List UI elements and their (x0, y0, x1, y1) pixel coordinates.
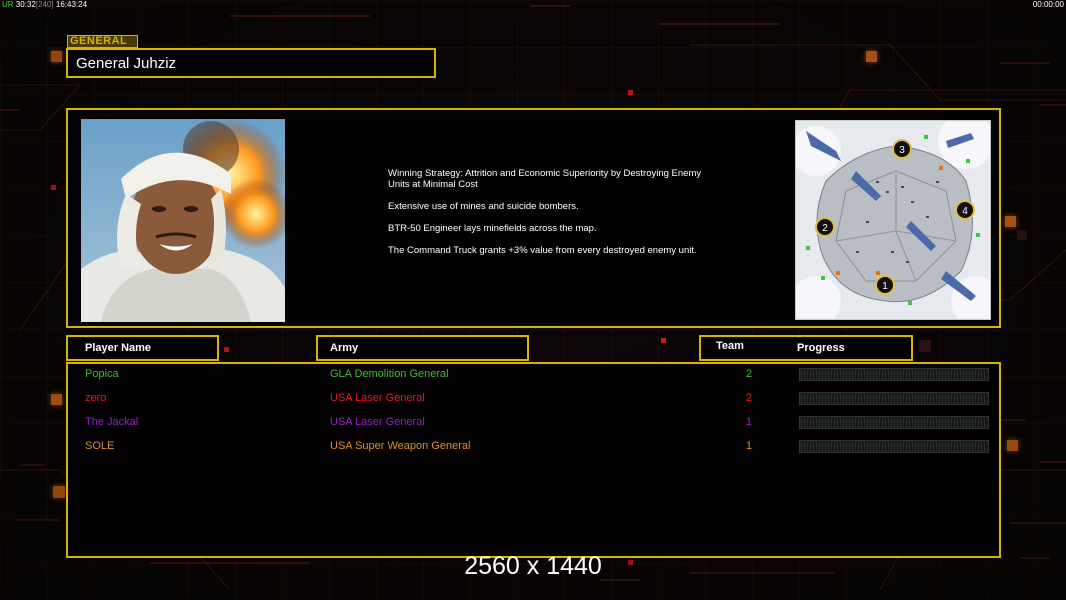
svg-text:1: 1 (882, 281, 888, 292)
player-name: zero (85, 392, 107, 404)
status-clock: 16:43:24 (55, 0, 88, 9)
column-label: Army (330, 342, 359, 354)
player-progress-bar (799, 392, 989, 405)
description-line: The Command Truck grants +3% value from … (388, 245, 697, 256)
description-line: Winning Strategy: Attrition and Economic… (388, 168, 702, 190)
status-timer: 00:00:00 (1032, 0, 1064, 9)
player-row: zero USA Laser General 2 (68, 392, 999, 408)
general-name: General Juhziz (66, 48, 436, 78)
start-position-2: 2 (815, 217, 835, 237)
status-counter: 30 (15, 0, 25, 9)
column-header-team-progress: Team Progress (699, 335, 913, 361)
svg-text:3: 3 (899, 145, 905, 156)
player-army: GLA Demolition General (330, 368, 449, 380)
resolution-overlay: 2560 x 1440 (464, 552, 602, 580)
general-tag: GENERAL (67, 35, 138, 48)
player-army: USA Laser General (330, 392, 425, 404)
column-header-player-name: Player Name (66, 335, 219, 361)
player-row: Popica GLA Demolition General 2 (68, 368, 999, 384)
status-prefix: UR (2, 0, 14, 9)
player-name: Popica (85, 368, 119, 380)
player-army: USA Laser General (330, 416, 425, 428)
status-bracket: [240] (35, 0, 54, 9)
column-header-army: Army (316, 335, 529, 361)
start-position-3: 3 (892, 139, 912, 159)
start-position-1: 1 (875, 275, 895, 295)
player-progress-bar (799, 368, 989, 381)
player-team: 2 (745, 392, 752, 404)
player-team: 1 (745, 416, 752, 428)
players-panel: Popica GLA Demolition General 2 zero USA… (66, 362, 1001, 558)
map-preview: 3 4 2 1 (795, 120, 991, 320)
status-bar: UR 30:32[240] 16:43:24 (2, 0, 88, 9)
column-label-team: Team (716, 340, 744, 352)
player-name: SOLE (85, 440, 115, 452)
description-line: BTR-50 Engineer lays minefields across t… (388, 223, 597, 234)
column-label: Player Name (85, 342, 152, 354)
player-progress-bar (799, 440, 989, 453)
description-line: Extensive use of mines and suicide bombe… (388, 201, 579, 212)
general-description: Winning Strategy: Attrition and Economic… (388, 168, 708, 267)
start-position-4: 4 (955, 200, 975, 220)
column-label-progress: Progress (797, 342, 845, 354)
player-name: The Jackal (85, 416, 139, 428)
general-info-panel: Winning Strategy: Attrition and Economic… (66, 108, 1001, 328)
svg-text:4: 4 (962, 206, 968, 217)
player-team: 2 (745, 368, 752, 380)
player-progress-bar (799, 416, 989, 429)
svg-text:2: 2 (822, 223, 828, 234)
status-counter2: 32 (26, 0, 36, 9)
player-row: The Jackal USA Laser General 1 (68, 416, 999, 432)
player-team: 1 (745, 440, 752, 452)
general-portrait (81, 119, 285, 322)
player-army: USA Super Weapon General (330, 440, 471, 452)
player-row: SOLE USA Super Weapon General 1 (68, 440, 999, 456)
